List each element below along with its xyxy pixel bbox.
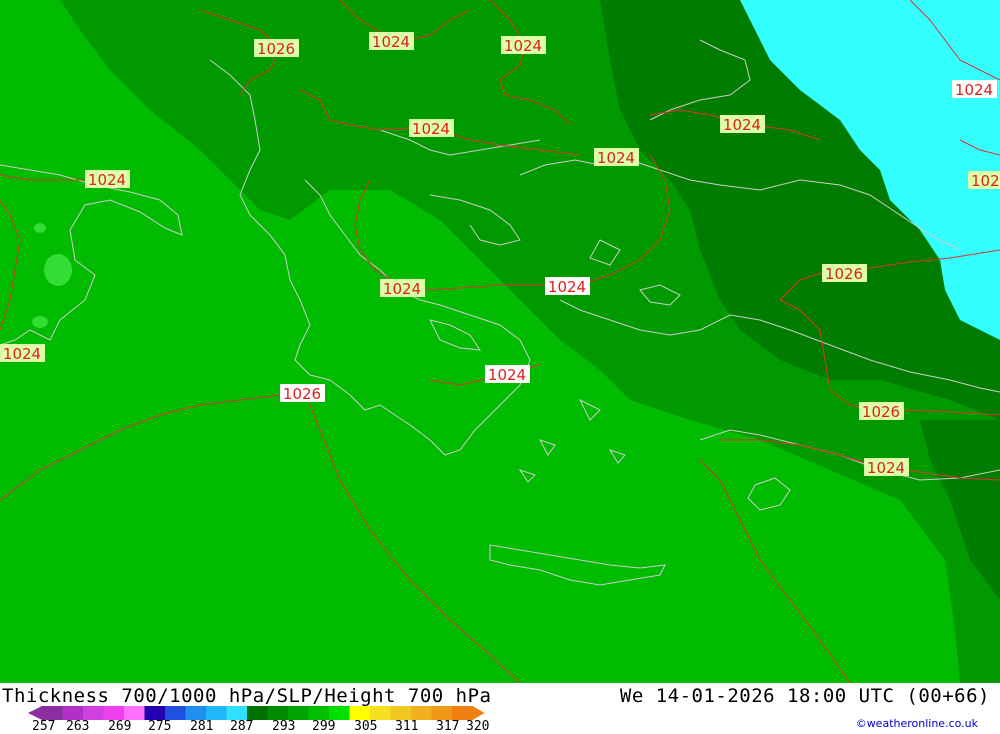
scale-swatch	[103, 706, 125, 720]
scale-swatch	[42, 706, 63, 720]
scale-tick: 263	[66, 719, 90, 734]
scale-tick: 311	[395, 719, 419, 734]
svg-text:1024: 1024	[597, 149, 635, 167]
isobar-label: 1024	[380, 279, 425, 298]
scale-tick: 320	[466, 719, 490, 734]
scale-swatch	[452, 706, 473, 720]
scale-swatch	[62, 706, 84, 720]
scale-tick: 269	[108, 719, 132, 734]
svg-text:102: 102	[971, 172, 1000, 190]
isobar-label: 102	[968, 171, 1000, 190]
scale-swatch	[288, 706, 309, 720]
scale-arrow-right	[472, 706, 485, 720]
svg-text:1024: 1024	[383, 280, 421, 298]
isobar-label: 1024	[545, 277, 590, 296]
scale-swatch	[144, 706, 166, 720]
scale-tick: 281	[190, 719, 214, 734]
scale-swatch	[329, 706, 350, 720]
svg-text:1026: 1026	[257, 40, 295, 58]
isobar-label: 1026	[822, 264, 867, 283]
credit-link[interactable]: ©weatheronline.co.uk	[856, 717, 978, 730]
scale-swatch	[390, 706, 412, 720]
light-patch-1	[44, 254, 72, 286]
scale-tick: 287	[230, 719, 254, 734]
isobar-label: 1024	[720, 115, 765, 134]
svg-text:1024: 1024	[723, 116, 761, 134]
scale-arrow-left	[28, 706, 42, 720]
isobar-label: 1024	[409, 119, 454, 138]
isobar-label: 1024	[485, 365, 530, 384]
scale-swatch	[349, 706, 371, 720]
weather-map: 1026 1024 1024 1024 1024 1024 1024 1024 …	[0, 0, 1000, 683]
scale-tick: 317	[436, 719, 460, 734]
light-patch-3	[34, 223, 46, 233]
scale-tick: 293	[272, 719, 296, 734]
svg-text:1026: 1026	[825, 265, 863, 283]
scale-swatch	[165, 706, 186, 720]
scale-tick: 257	[32, 719, 56, 734]
scale-swatch	[370, 706, 391, 720]
svg-text:1024: 1024	[548, 278, 586, 296]
scale-swatch	[185, 706, 207, 720]
isobar-label: 1024	[369, 32, 414, 51]
svg-text:1024: 1024	[504, 37, 542, 55]
scale-swatch	[431, 706, 453, 720]
isobar-label: 1024	[85, 170, 130, 189]
footer: Thickness 700/1000 hPa/SLP/Height 700 hP…	[0, 683, 1000, 734]
svg-text:1024: 1024	[412, 120, 450, 138]
scale-swatch	[308, 706, 330, 720]
svg-text:1024: 1024	[867, 459, 905, 477]
scale-tick: 305	[354, 719, 378, 734]
light-patch-2	[32, 316, 48, 328]
isobar-label: 1024	[864, 458, 909, 477]
isobar-label: 1024	[594, 148, 639, 167]
scale-swatch	[206, 706, 227, 720]
isobar-label: 1026	[280, 384, 325, 403]
scale-swatch	[247, 706, 268, 720]
isobar-label: 1024	[0, 344, 45, 363]
svg-text:1026: 1026	[283, 385, 321, 403]
svg-text:1024: 1024	[88, 171, 126, 189]
isobar-label: 1026	[859, 402, 904, 421]
scale-swatch	[83, 706, 104, 720]
map-title: Thickness 700/1000 hPa/SLP/Height 700 hP…	[2, 685, 492, 707]
scale-swatch	[267, 706, 289, 720]
scale-tick: 275	[148, 719, 172, 734]
svg-text:1024: 1024	[955, 81, 993, 99]
svg-text:1024: 1024	[3, 345, 41, 363]
svg-text:1024: 1024	[372, 33, 410, 51]
scale-tick: 299	[312, 719, 336, 734]
svg-text:1026: 1026	[862, 403, 900, 421]
svg-text:1024: 1024	[488, 366, 526, 384]
map-datetime: We 14-01-2026 18:00 UTC (00+66)	[619, 685, 990, 707]
isobar-label: 1024	[952, 80, 997, 99]
scale-swatch	[124, 706, 145, 720]
isobar-label: 1024	[501, 36, 546, 55]
isobar-label: 1026	[254, 39, 299, 58]
scale-swatch	[226, 706, 248, 720]
scale-ticks: 257 263 269 275 281 287 293 299 305 311 …	[0, 719, 520, 734]
scale-swatch	[411, 706, 432, 720]
